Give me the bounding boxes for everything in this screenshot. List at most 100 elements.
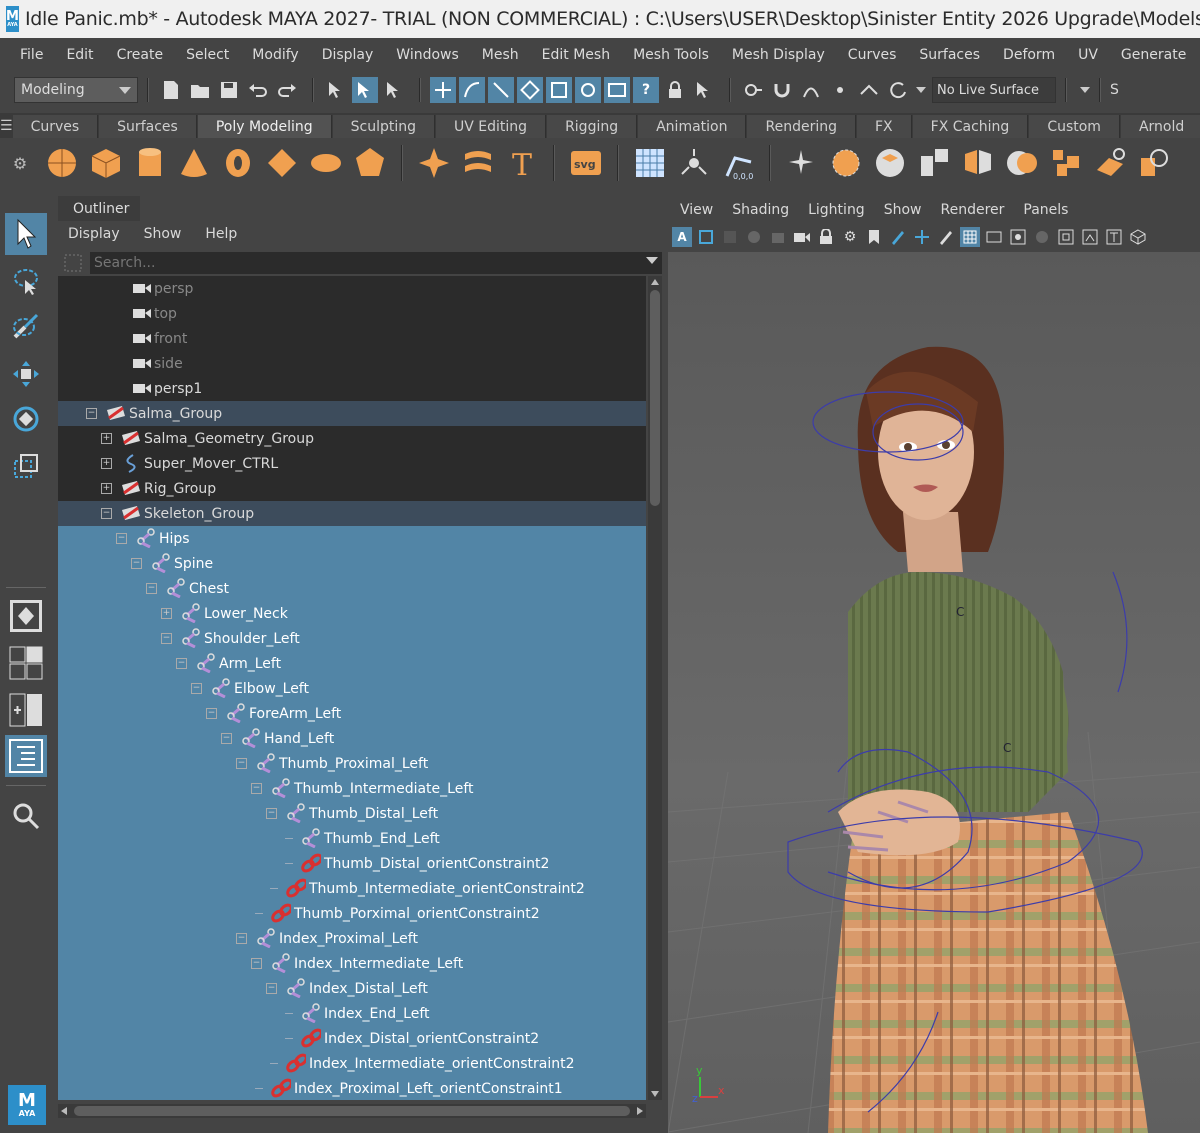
grease-pencil-icon[interactable] xyxy=(888,227,908,247)
camera-gear-icon[interactable]: ⚙ xyxy=(840,227,860,247)
collapse-icon[interactable]: − xyxy=(236,933,247,944)
outliner-tab[interactable]: Outliner xyxy=(58,196,140,221)
lock-icon[interactable] xyxy=(662,77,688,103)
snap-view-plane-icon[interactable] xyxy=(517,77,543,103)
outliner-row[interactable]: top xyxy=(58,301,646,326)
menu-surfaces[interactable]: Surfaces xyxy=(919,47,980,63)
move-tool-icon[interactable] xyxy=(5,353,47,395)
select-component-icon[interactable] xyxy=(381,77,407,103)
snap-curve-icon[interactable] xyxy=(459,77,485,103)
outliner-row[interactable]: + Rig_Group xyxy=(58,476,646,501)
open-scene-icon[interactable] xyxy=(187,77,213,103)
menu-edit[interactable]: Edit xyxy=(66,47,93,63)
outliner-row[interactable]: − Chest xyxy=(58,576,646,601)
scrollbar-thumb[interactable] xyxy=(74,1106,630,1116)
smooth-icon[interactable] xyxy=(1049,146,1083,180)
poly-plane-icon[interactable] xyxy=(265,146,299,180)
shelf-tab-arnold[interactable]: Arnold xyxy=(1120,115,1200,138)
collapse-icon[interactable]: − xyxy=(221,733,232,744)
outliner-row[interactable]: Index_Distal_orientConstraint2 xyxy=(58,1026,646,1051)
filter-icon[interactable] xyxy=(62,252,84,274)
scroll-right-icon[interactable] xyxy=(637,1107,643,1115)
collapse-icon[interactable]: − xyxy=(266,808,277,819)
gear-icon[interactable]: ⚙ xyxy=(0,154,40,173)
menu-modify[interactable]: Modify xyxy=(252,47,298,63)
type-icon[interactable]: T xyxy=(505,146,539,180)
render-settings-icon[interactable] xyxy=(575,77,601,103)
viewport-menu-renderer[interactable]: Renderer xyxy=(940,202,1004,218)
collapse-icon[interactable]: − xyxy=(236,758,247,769)
safe-title-icon[interactable] xyxy=(1104,227,1124,247)
paint-select-tool-icon[interactable] xyxy=(5,305,47,347)
cube-view-icon[interactable] xyxy=(1128,227,1148,247)
outliner-row[interactable]: Thumb_End_Left xyxy=(58,826,646,851)
outliner-row[interactable]: − Hand_Left xyxy=(58,726,646,751)
menu-mesh-tools[interactable]: Mesh Tools xyxy=(633,47,709,63)
camera-attributes-icon[interactable]: A xyxy=(672,227,692,247)
scroll-left-icon[interactable] xyxy=(61,1107,67,1115)
platonic-solid-icon[interactable] xyxy=(353,146,387,180)
image-plane-icon[interactable] xyxy=(720,227,740,247)
boolean-icon[interactable] xyxy=(1137,146,1171,180)
snap-grid-icon[interactable] xyxy=(430,77,456,103)
outliner-row[interactable]: Index_End_Left xyxy=(58,1001,646,1026)
scroll-down-icon[interactable] xyxy=(651,1091,659,1097)
menu-mesh-display[interactable]: Mesh Display xyxy=(732,47,825,63)
frame-all-icon[interactable] xyxy=(696,227,716,247)
outliner-row[interactable]: − Arm_Left xyxy=(58,651,646,676)
mirror-icon[interactable] xyxy=(873,146,907,180)
search-icon[interactable] xyxy=(5,795,47,837)
poly-cone-icon[interactable] xyxy=(177,146,211,180)
scroll-up-icon[interactable] xyxy=(651,279,659,285)
shelf-menu-icon[interactable]: ☰ xyxy=(0,113,13,138)
poly-cylinder-icon[interactable] xyxy=(133,146,167,180)
poly-sphere-icon[interactable] xyxy=(45,146,79,180)
collapse-icon[interactable]: − xyxy=(206,708,217,719)
outliner-row[interactable]: persp1 xyxy=(58,376,646,401)
outliner-row[interactable]: Thumb_Distal_orientConstraint2 xyxy=(58,851,646,876)
collapse-icon[interactable]: − xyxy=(251,783,262,794)
menu-set-select[interactable]: Modeling xyxy=(14,77,138,103)
select-hierarchy-icon[interactable] xyxy=(323,77,349,103)
combine-icon[interactable] xyxy=(677,146,711,180)
vertical-scrollbar[interactable] xyxy=(648,276,662,1100)
outliner-row[interactable]: persp xyxy=(58,276,646,301)
retopologize-icon[interactable] xyxy=(1093,146,1127,180)
menu-deform[interactable]: Deform xyxy=(1003,47,1055,63)
outliner-row[interactable]: − Salma_Group xyxy=(58,401,646,426)
bridge-icon[interactable] xyxy=(785,146,819,180)
menu-select[interactable]: Select xyxy=(186,47,229,63)
poly-torus-icon[interactable] xyxy=(221,146,255,180)
shelf-tab-animation[interactable]: Animation xyxy=(638,115,747,138)
viewport-menu-lighting[interactable]: Lighting xyxy=(808,202,865,218)
select-object-icon[interactable] xyxy=(352,77,378,103)
poly-cube-icon[interactable] xyxy=(89,146,123,180)
menu-create[interactable]: Create xyxy=(117,47,164,63)
outliner-layout-icon[interactable] xyxy=(5,735,47,777)
camera-icon[interactable] xyxy=(792,227,812,247)
collapse-icon[interactable]: − xyxy=(266,983,277,994)
collapse-icon[interactable]: − xyxy=(116,533,127,544)
viewport-menu-show[interactable]: Show xyxy=(884,202,922,218)
shelf-tab-fx-caching[interactable]: FX Caching xyxy=(912,115,1029,138)
chevron-down-icon[interactable] xyxy=(1080,87,1090,93)
outliner-row[interactable]: − Thumb_Intermediate_Left xyxy=(58,776,646,801)
menu-uv[interactable]: UV xyxy=(1078,47,1098,63)
super-shape-icon[interactable] xyxy=(417,146,451,180)
shelf-tab-poly-modeling[interactable]: Poly Modeling xyxy=(197,115,332,138)
bevel-icon[interactable]: 0,0,0 xyxy=(721,146,755,180)
render-view-icon[interactable] xyxy=(604,77,630,103)
expand-icon[interactable]: + xyxy=(101,433,112,444)
shelf-tab-curves[interactable]: Curves xyxy=(12,115,99,138)
viewport-menu-view[interactable]: View xyxy=(680,202,713,218)
outliner-row[interactable]: Thumb_Porximal_orientConstraint2 xyxy=(58,901,646,926)
viewport-menu-shading[interactable]: Shading xyxy=(732,202,789,218)
outliner-row[interactable]: − Thumb_Distal_Left xyxy=(58,801,646,826)
snap-surface-icon[interactable] xyxy=(856,77,882,103)
extrude-icon[interactable] xyxy=(829,146,863,180)
outliner-row[interactable]: − Index_Distal_Left xyxy=(58,976,646,1001)
collapse-icon[interactable]: − xyxy=(176,658,187,669)
resolution-gate-icon[interactable] xyxy=(1008,227,1028,247)
pencil-icon[interactable] xyxy=(936,227,956,247)
chevron-down-icon[interactable] xyxy=(646,257,658,264)
